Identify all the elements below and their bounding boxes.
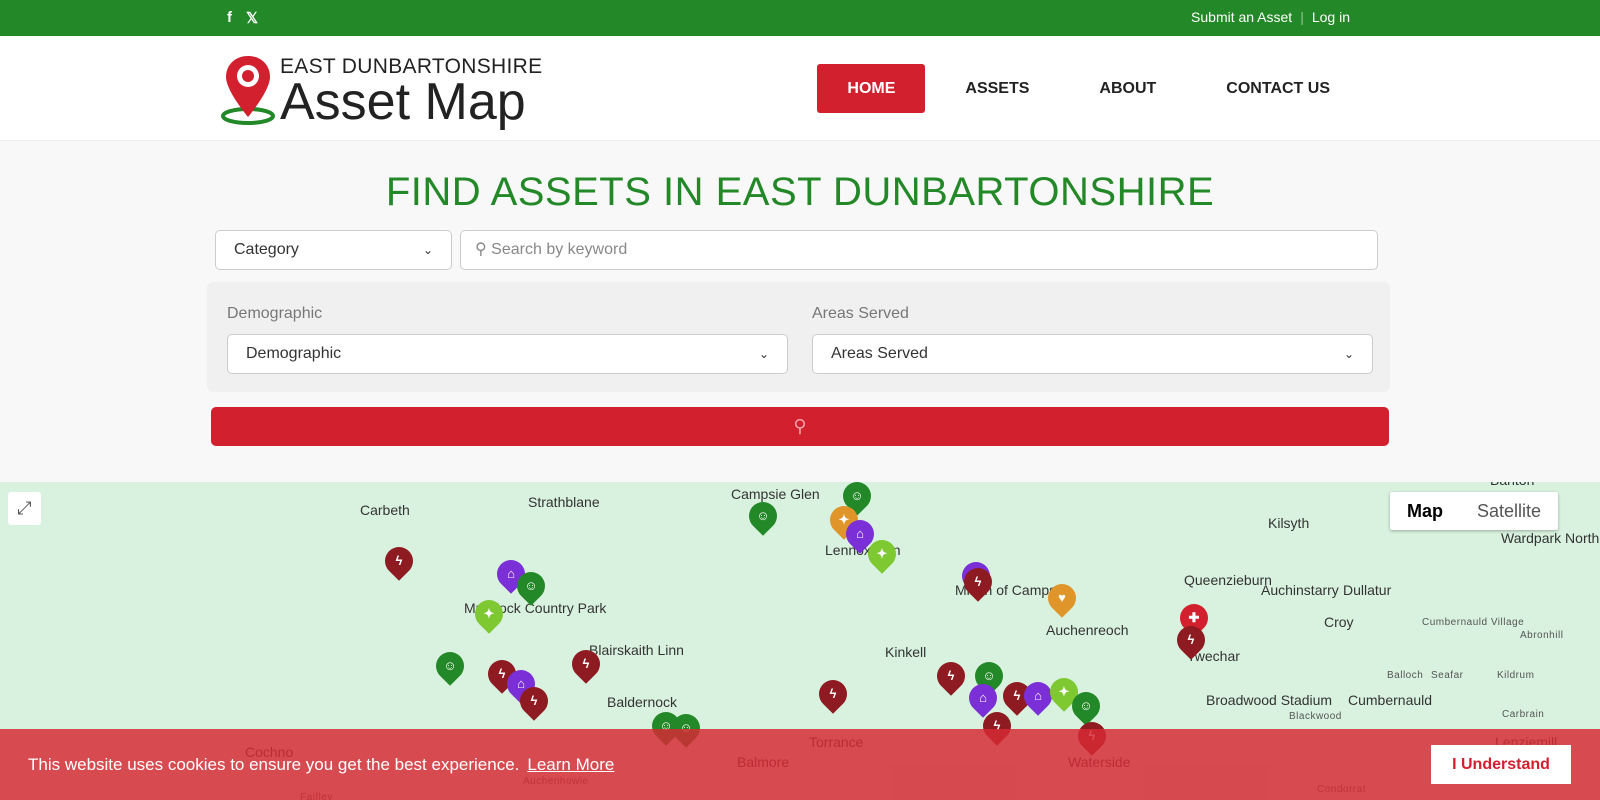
asset-marker[interactable]: ☺ — [743, 496, 783, 536]
map-place-label: Balloch — [1387, 670, 1424, 681]
map-place-label: Wardpark North — [1501, 530, 1600, 546]
asset-marker[interactable]: ☺ — [511, 566, 551, 606]
demographic-label: Demographic — [227, 305, 323, 322]
cookie-accept-button[interactable]: I Understand — [1431, 745, 1571, 784]
nav-about[interactable]: ABOUT — [1069, 64, 1186, 113]
map-pin-logo-icon — [221, 56, 275, 125]
facebook-icon[interactable]: f — [227, 9, 232, 27]
chevron-down-icon: ⌄ — [1343, 347, 1354, 361]
divider: | — [1300, 9, 1304, 25]
map-place-label: Blairskaith Linn — [589, 642, 684, 658]
asset-marker[interactable]: ☺ — [430, 646, 470, 686]
map-place-label: Carbrain — [1502, 709, 1545, 720]
marker-icon: ☺ — [1079, 698, 1093, 713]
chevron-down-icon: ⌄ — [422, 243, 433, 257]
map-place-label: Dullatur — [1343, 582, 1392, 598]
asset-marker[interactable]: ϟ — [566, 644, 606, 684]
asset-marker[interactable]: ☺ — [1066, 686, 1106, 726]
logo-title: Asset Map — [280, 73, 526, 131]
cookie-message: This website uses cookies to ensure you … — [28, 755, 520, 774]
nav-assets[interactable]: ASSETS — [935, 64, 1059, 113]
map-place-label: Seafar — [1431, 670, 1464, 681]
search-input[interactable]: ⚲ Search by keyword — [460, 230, 1378, 270]
marker-icon: ϟ — [947, 668, 955, 683]
marker-icon: ♥ — [1058, 590, 1066, 605]
search-placeholder: Search by keyword — [491, 241, 628, 258]
nav-home[interactable]: HOME — [817, 64, 926, 113]
top-bar: f 𝕏 Submit an Asset | Log in — [0, 0, 1600, 36]
header: EAST DUNBARTONSHIRE Asset Map HOME ASSET… — [0, 36, 1600, 141]
map-place-label: Abronhill — [1520, 630, 1564, 641]
map-place-label: Broadwood Stadium — [1206, 692, 1333, 708]
x-icon[interactable]: 𝕏 — [246, 9, 258, 27]
asset-marker[interactable]: ϟ — [813, 674, 853, 714]
marker-icon: ϟ — [395, 553, 403, 568]
marker-icon: ϟ — [974, 574, 982, 589]
map-place-label: Campsie Glen — [731, 486, 820, 502]
map-place-label: Kildrum — [1497, 670, 1535, 681]
marker-icon: ϟ — [582, 656, 590, 671]
marker-icon: ✦ — [876, 546, 888, 561]
marker-icon: ☺ — [524, 578, 538, 593]
page-title: FIND ASSETS IN EAST DUNBARTONSHIRE — [385, 170, 1215, 214]
demographic-select[interactable]: Demographic ⌄ — [227, 334, 788, 374]
marker-icon: ϟ — [1187, 632, 1195, 647]
map-place-label: Kinkell — [885, 644, 927, 660]
map-place-label: Queenzieburn — [1184, 572, 1272, 588]
asset-marker[interactable]: ♥ — [1042, 578, 1082, 618]
asset-marker[interactable]: ϟ — [514, 681, 554, 721]
learn-more-link[interactable]: Learn More — [527, 755, 614, 774]
map-type-map[interactable]: Map — [1390, 492, 1460, 530]
map-place-label: Blackwood — [1289, 711, 1342, 722]
cookie-banner: This website uses cookies to ensure you … — [0, 729, 1600, 800]
areas-value: Areas Served — [831, 345, 928, 362]
map-place-label: Strathblane — [528, 494, 600, 510]
asset-marker[interactable]: ϟ — [379, 541, 419, 581]
asset-marker[interactable]: ϟ — [958, 562, 998, 602]
map-place-label: Auchinstarry — [1261, 582, 1339, 598]
map-place-label: Auchenreoch — [1046, 622, 1129, 638]
marker-icon: ϟ — [829, 686, 837, 701]
search-icon: ⚲ — [475, 241, 487, 258]
areas-select[interactable]: Areas Served ⌄ — [812, 334, 1373, 374]
submit-asset-link[interactable]: Submit an Asset — [1191, 9, 1292, 25]
search-icon: ⚲ — [793, 416, 807, 436]
search-button[interactable]: ⚲ — [211, 407, 1389, 446]
map-place-label: Carbeth — [360, 502, 410, 518]
nav-contact[interactable]: CONTACT US — [1196, 64, 1360, 113]
asset-marker[interactable]: ϟ — [931, 656, 971, 696]
marker-icon: ☺ — [443, 658, 457, 673]
fullscreen-icon[interactable]: ⤢ — [8, 492, 41, 525]
areas-label: Areas Served — [812, 305, 909, 322]
map-place-label: Cumbernauld — [1348, 692, 1433, 708]
main-nav: HOME ASSETS ABOUT CONTACT US — [817, 64, 1360, 113]
map-type-control: Map Satellite — [1389, 492, 1558, 530]
map-place-label: Cumbernauld Village — [1422, 617, 1525, 628]
map-place-label: Baldernock — [607, 694, 678, 710]
map-place-label: Croy — [1324, 614, 1354, 630]
asset-marker[interactable]: ✦ — [862, 534, 902, 574]
marker-icon: ✦ — [483, 606, 495, 621]
map-type-satellite[interactable]: Satellite — [1460, 492, 1558, 530]
login-link[interactable]: Log in — [1312, 9, 1350, 25]
asset-marker[interactable]: ✦ — [469, 594, 509, 634]
category-select[interactable]: Category ⌄ — [215, 230, 452, 270]
asset-marker[interactable]: ϟ — [1171, 620, 1211, 660]
marker-icon: ⌂ — [979, 690, 987, 705]
logo[interactable]: EAST DUNBARTONSHIRE Asset Map — [220, 54, 542, 131]
category-value: Category — [234, 241, 299, 258]
marker-icon: ⌂ — [1034, 688, 1042, 703]
marker-icon: ☺ — [756, 508, 770, 523]
map-place-label: Kilsyth — [1268, 515, 1310, 531]
chevron-down-icon: ⌄ — [758, 347, 769, 361]
map-place-label: Banton — [1490, 482, 1534, 488]
demographic-value: Demographic — [246, 345, 342, 362]
marker-icon: ϟ — [530, 693, 538, 708]
